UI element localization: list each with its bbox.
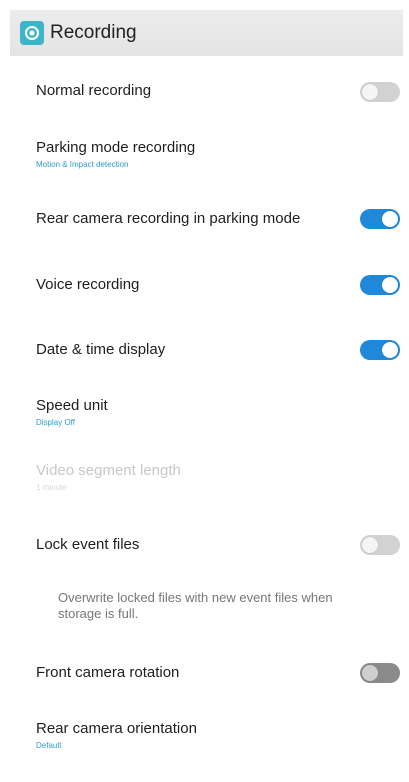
setting-label: Parking mode recording [36,139,196,156]
toggle-knob [382,277,398,293]
setting-video-segment-length: Video segment length 1 minute [36,462,401,493]
date-time-display-toggle[interactable] [360,340,400,360]
setting-label: Speed unit [36,397,108,414]
setting-label: Rear camera orientation [36,720,197,737]
setting-label: Voice recording [36,276,140,293]
lock-event-files-toggle[interactable] [360,535,400,555]
setting-speed-unit[interactable]: Speed unit Display Off [36,397,401,428]
toggle-knob [382,211,398,227]
top-bar: Recording [10,10,403,56]
setting-label: Front camera rotation [36,664,180,681]
setting-label: Normal recording [36,82,152,99]
recording-app-icon [20,21,44,45]
setting-lock-event-files[interactable]: Lock event files [36,536,401,554]
setting-label: Lock event files [36,536,140,553]
setting-date-time-display[interactable]: Date & time display [36,341,401,359]
page-title: Recording [50,22,137,43]
voice-recording-toggle[interactable] [360,275,400,295]
setting-rear-camera-orientation[interactable]: Rear camera orientation Default [36,720,401,751]
setting-normal-recording[interactable]: Normal recording [36,82,401,100]
normal-recording-toggle[interactable] [360,82,400,102]
setting-label: Rear camera recording in parking mode [36,210,301,227]
setting-parking-mode-recording[interactable]: Parking mode recording Motion & Impact d… [36,139,401,170]
setting-label: Date & time display [36,341,166,358]
setting-subtitle: Motion & Impact detection [36,160,129,169]
toggle-knob [362,84,378,100]
front-camera-rotation-toggle[interactable] [360,663,400,683]
setting-front-camera-rotation[interactable]: Front camera rotation [36,664,401,682]
setting-rear-camera-recording-parking[interactable]: Rear camera recording in parking mode [36,210,401,228]
toggle-knob [362,665,378,681]
lock-event-files-note: Overwrite locked files with new event fi… [58,590,333,621]
rear-camera-parking-toggle[interactable] [360,209,400,229]
setting-subtitle: Default [36,741,62,750]
toggle-knob [382,342,398,358]
setting-label: Video segment length [36,462,181,479]
setting-subtitle: Display Off [36,418,75,427]
setting-voice-recording[interactable]: Voice recording [36,276,401,294]
toggle-knob [362,537,378,553]
setting-subtitle: 1 minute [36,483,67,492]
